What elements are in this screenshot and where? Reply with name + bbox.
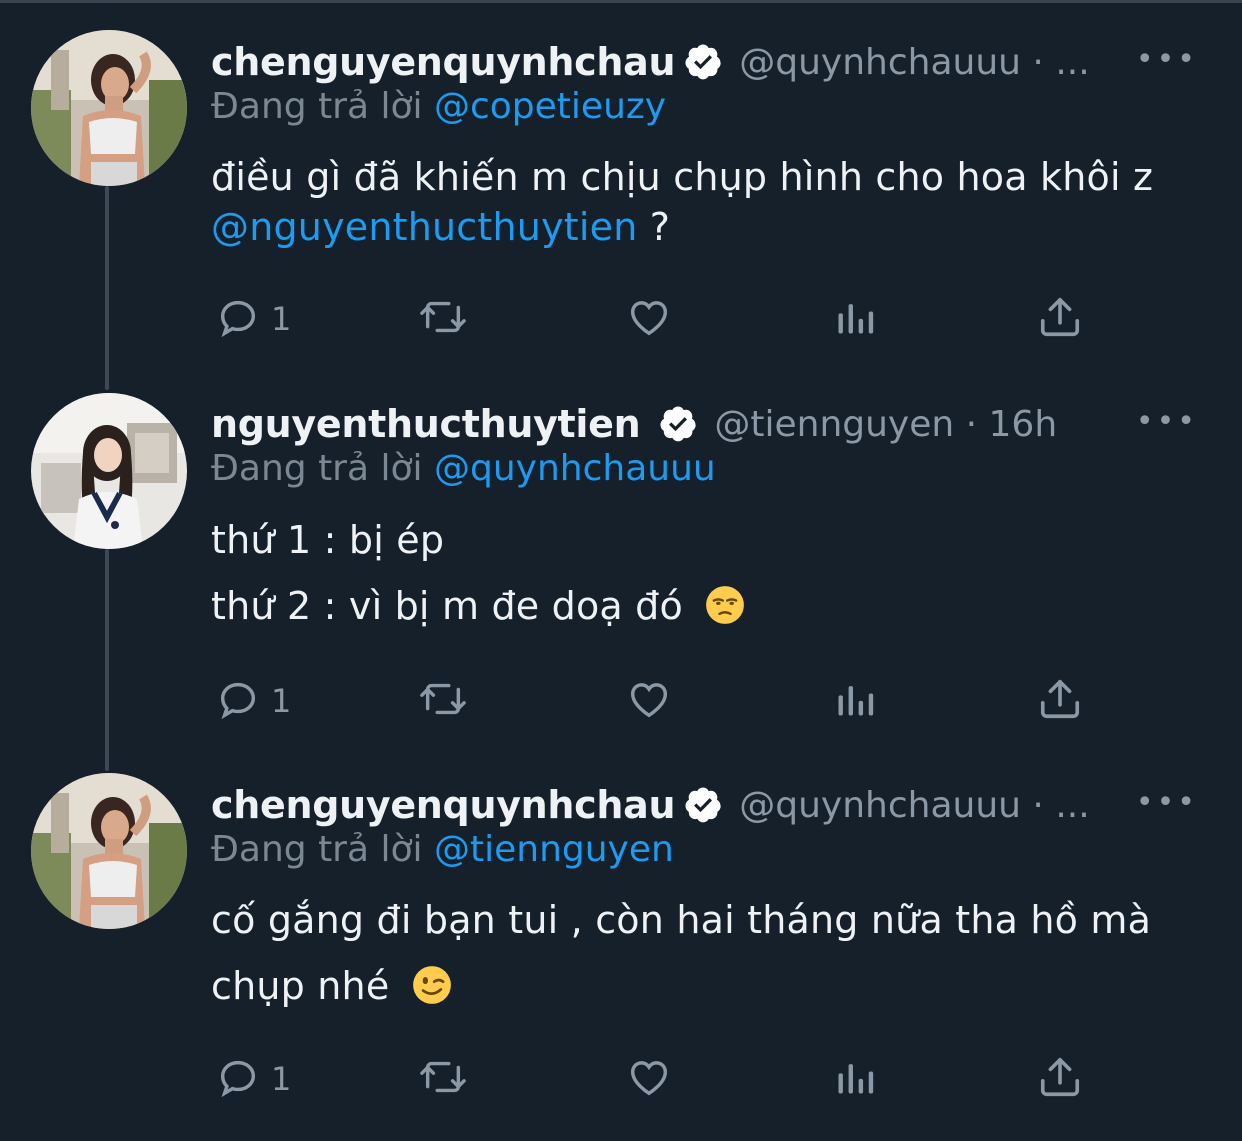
verified-badge-icon	[683, 42, 723, 82]
tweet-header: nguyenthucthuytien @tiennguyen · 16h	[211, 399, 1057, 449]
analytics-bars-icon	[833, 676, 877, 726]
winking-face-emoji	[412, 965, 452, 1014]
tweet-actions: 1	[211, 1054, 1091, 1104]
more-dots-icon[interactable]: •••	[1136, 42, 1198, 77]
reply-bubble-icon	[215, 676, 261, 726]
tweet[interactable]: chenguyenquynhchau @quynhchauuu · ... ••…	[0, 760, 1242, 1141]
tweet-text-line: ?	[637, 205, 671, 249]
tweet-text-line: thứ 2 : vì bị m đe doạ đó	[211, 584, 683, 628]
analytics-bars-icon	[833, 1054, 877, 1104]
tweet-text: điều gì đã khiến m chịu chụp hình cho ho…	[211, 155, 1153, 199]
retweet-icon	[417, 294, 469, 344]
like-button[interactable]	[625, 676, 673, 726]
more-dots-icon[interactable]: •••	[1136, 785, 1198, 820]
tweet-text-line: chụp nhé	[211, 964, 390, 1008]
reply-to-mention[interactable]: @tiennguyen	[434, 829, 674, 870]
replying-to: Đang trả lời @tiennguyen	[211, 829, 674, 870]
handle-and-time[interactable]: @quynhchauuu · ...	[739, 785, 1089, 826]
avatar[interactable]	[31, 30, 187, 186]
display-name[interactable]: nguyenthucthuytien	[211, 402, 641, 446]
avatar[interactable]	[31, 773, 187, 929]
retweet-button[interactable]	[417, 1054, 469, 1104]
tweet-actions: 1	[211, 294, 1091, 344]
like-button[interactable]	[625, 1054, 673, 1104]
tweet-text-line: cố gắng đi bạn tui , còn hai tháng nữa t…	[211, 898, 1152, 942]
tweet-actions: 1	[211, 676, 1091, 726]
handle-and-time[interactable]: @tiennguyen · 16h	[714, 404, 1057, 445]
display-name[interactable]: chenguyenquynhchau	[211, 40, 676, 84]
verified-badge-icon	[658, 404, 698, 444]
tweet[interactable]: chenguyenquynhchau @quynhchauuu · ... ••…	[0, 0, 1242, 380]
tweet-text-line: điều gì đã khiến m chịu chụp hình cho ho…	[211, 155, 1154, 199]
display-name[interactable]: chenguyenquynhchau	[211, 783, 676, 827]
analytics-bars-icon	[833, 294, 877, 344]
share-upload-icon	[1037, 294, 1083, 344]
share-button[interactable]	[1037, 676, 1083, 726]
heart-icon	[625, 1054, 673, 1104]
tweet-header: chenguyenquynhchau @quynhchauuu · ...	[211, 37, 1090, 87]
retweet-icon	[417, 676, 469, 726]
replying-prefix: Đang trả lời	[211, 829, 423, 870]
unamused-face-emoji	[705, 585, 745, 634]
retweet-button[interactable]	[417, 294, 469, 344]
mention-link[interactable]: @nguyenthucthuytien	[211, 205, 637, 249]
reply-button[interactable]: 1	[215, 1054, 291, 1104]
reply-count: 1	[271, 682, 292, 720]
tweet-text-line: thứ 1 : bị ép	[211, 518, 445, 562]
replying-prefix: Đang trả lời	[211, 448, 423, 489]
replying-to: Đang trả lời @copetieuzy	[211, 86, 666, 127]
tweet-header: chenguyenquynhchau @quynhchauuu · ...	[211, 780, 1090, 830]
analytics-button[interactable]	[833, 294, 877, 344]
reply-button[interactable]: 1	[215, 294, 291, 344]
like-button[interactable]	[625, 294, 673, 344]
tweet-text: thứ 2 : vì bị m đe doạ đó	[211, 584, 745, 634]
replying-to: Đang trả lời @quynhchauuu	[211, 448, 716, 489]
reply-count: 1	[271, 300, 292, 338]
verified-badge-icon	[683, 785, 723, 825]
reply-bubble-icon	[215, 1054, 261, 1104]
heart-icon	[625, 676, 673, 726]
share-button[interactable]	[1037, 1054, 1083, 1104]
replying-prefix: Đang trả lời	[211, 86, 423, 127]
heart-icon	[625, 294, 673, 344]
share-upload-icon	[1037, 676, 1083, 726]
tweet-text: cố gắng đi bạn tui , còn hai tháng nữa t…	[211, 898, 1151, 942]
tweet-text: thứ 1 : bị ép	[211, 518, 444, 562]
analytics-button[interactable]	[833, 676, 877, 726]
retweet-button[interactable]	[417, 676, 469, 726]
reply-bubble-icon	[215, 294, 261, 344]
reply-count: 1	[271, 1060, 292, 1098]
tweet-text: @nguyenthucthuytien ?	[211, 205, 670, 249]
handle-and-time[interactable]: @quynhchauuu · ...	[739, 42, 1089, 83]
reply-to-mention[interactable]: @copetieuzy	[434, 86, 666, 127]
analytics-button[interactable]	[833, 1054, 877, 1104]
reply-button[interactable]: 1	[215, 676, 291, 726]
tweet[interactable]: nguyenthucthuytien @tiennguyen · 16h •••…	[0, 380, 1242, 760]
share-upload-icon	[1037, 1054, 1083, 1104]
avatar[interactable]	[31, 393, 187, 549]
more-dots-icon[interactable]: •••	[1136, 404, 1198, 439]
retweet-icon	[417, 1054, 469, 1104]
reply-to-mention[interactable]: @quynhchauuu	[434, 448, 716, 489]
tweet-text: chụp nhé	[211, 964, 452, 1014]
share-button[interactable]	[1037, 294, 1083, 344]
